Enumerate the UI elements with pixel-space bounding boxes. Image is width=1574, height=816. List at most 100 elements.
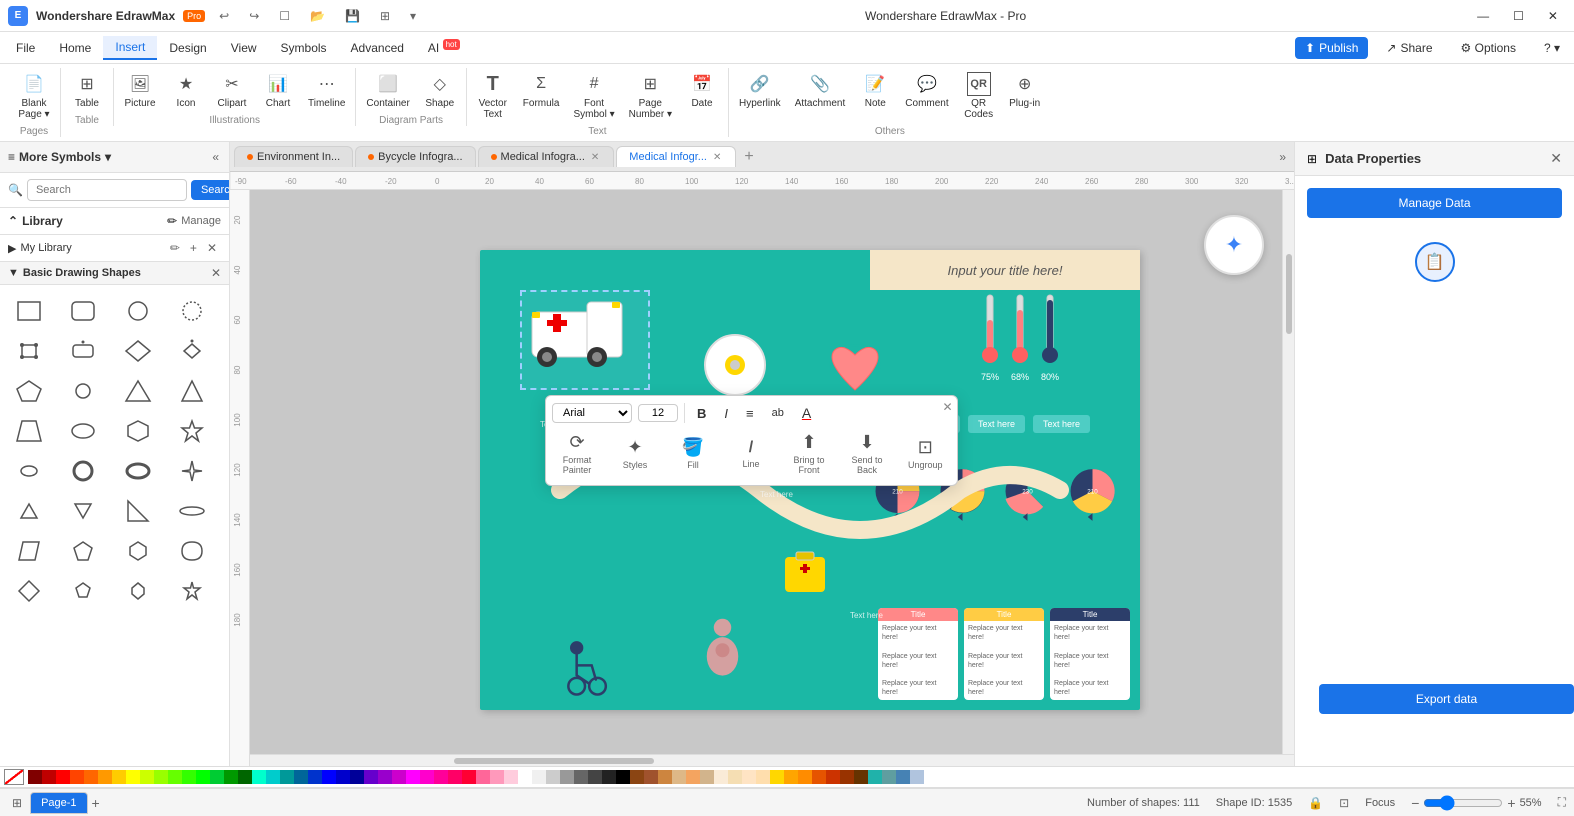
color-swatch-sandybrown[interactable]	[686, 770, 700, 784]
right-panel-close-button[interactable]: ✕	[1550, 150, 1562, 167]
my-library-add-button[interactable]: +	[186, 239, 201, 257]
font-symbol-button[interactable]: # FontSymbol ▾	[567, 68, 620, 124]
fullscreen-button[interactable]: ⛶	[1558, 795, 1566, 810]
color-swatch-orange1[interactable]	[70, 770, 84, 784]
font-color-button[interactable]: A	[796, 402, 817, 424]
shape-button[interactable]: ◇ Shape	[418, 68, 462, 113]
shape-pentagon[interactable]	[8, 373, 50, 409]
shape-tri-sm[interactable]	[8, 493, 50, 529]
color-swatch-tan[interactable]	[700, 770, 714, 784]
color-swatch-brown1[interactable]	[630, 770, 644, 784]
zoom-in-button[interactable]: +	[1507, 795, 1515, 811]
color-swatch-yellow1[interactable]	[112, 770, 126, 784]
format-painter-tool[interactable]: ⟳ FormatPainter	[552, 428, 602, 479]
shape-hex-sm[interactable]	[117, 533, 159, 569]
color-swatch-antiquewhite[interactable]	[714, 770, 728, 784]
color-swatch-darkgreen[interactable]	[224, 770, 238, 784]
color-swatch-red1[interactable]	[42, 770, 56, 784]
my-library-close-button[interactable]: ✕	[203, 239, 221, 257]
color-swatch-teal4[interactable]	[294, 770, 308, 784]
table-button[interactable]: ⊞ Table	[65, 68, 109, 113]
right-panel-toggle[interactable]: ⊞	[1307, 152, 1317, 166]
color-swatch-steelblue[interactable]	[896, 770, 910, 784]
line-tool[interactable]: / Line	[726, 435, 776, 473]
menu-home[interactable]: Home	[47, 37, 103, 59]
color-swatch-black[interactable]	[616, 770, 630, 784]
color-swatch-pink4[interactable]	[462, 770, 476, 784]
float-toolbar-close[interactable]: ✕	[942, 400, 952, 414]
lock-button[interactable]: 🔒	[1308, 796, 1323, 810]
color-swatch-red2[interactable]	[56, 770, 70, 784]
chart-button[interactable]: 📊 Chart	[256, 68, 300, 113]
menu-insert[interactable]: Insert	[103, 36, 157, 60]
shape-skewed[interactable]	[8, 533, 50, 569]
color-swatch-brown3[interactable]	[840, 770, 854, 784]
undo-button[interactable]: ↩	[213, 7, 235, 25]
color-swatch-green2[interactable]	[182, 770, 196, 784]
scrollbar-vertical[interactable]	[1282, 190, 1294, 754]
color-swatch-purple1[interactable]	[364, 770, 378, 784]
shape-star-4[interactable]	[171, 453, 213, 489]
color-swatch-orange[interactable]	[784, 770, 798, 784]
more-title-button[interactable]: ▾	[404, 7, 422, 25]
color-swatch-magenta1[interactable]	[392, 770, 406, 784]
color-swatch-lime1[interactable]	[140, 770, 154, 784]
help-button[interactable]: ? ▾	[1534, 37, 1570, 59]
container-button[interactable]: ⬜ Container	[360, 68, 415, 113]
color-swatch-darkorange[interactable]	[798, 770, 812, 784]
color-swatch-teal3[interactable]	[280, 770, 294, 784]
color-swatch-brown4[interactable]	[854, 770, 868, 784]
template-button[interactable]: ⊞	[374, 7, 396, 25]
shape-leaf[interactable]	[171, 533, 213, 569]
shape-flat-oval[interactable]	[171, 493, 213, 529]
color-swatch-orange3[interactable]	[98, 770, 112, 784]
shape-square-diamond[interactable]	[8, 333, 50, 369]
timeline-button[interactable]: ⋯ Timeline	[302, 68, 351, 113]
align-button[interactable]: ≡	[740, 403, 760, 424]
color-swatch-white[interactable]	[518, 770, 532, 784]
shape-square[interactable]	[8, 293, 50, 329]
color-swatch-blue3[interactable]	[336, 770, 350, 784]
shape-rect-rounded-sm[interactable]	[62, 333, 104, 369]
shape-rounded-rect[interactable]	[62, 293, 104, 329]
fill-tool[interactable]: 🪣 Fill	[668, 433, 718, 474]
comment-button[interactable]: 💬 Comment	[899, 68, 954, 113]
maximize-button[interactable]: ☐	[1505, 5, 1532, 27]
color-swatch-lightgray2[interactable]	[546, 770, 560, 784]
case-button[interactable]: ab	[766, 404, 790, 422]
bring-to-front-tool[interactable]: ⬆ Bring toFront	[784, 428, 834, 479]
menu-symbols[interactable]: Symbols	[269, 37, 339, 59]
color-swatch-yellow2[interactable]	[126, 770, 140, 784]
attachment-button[interactable]: 📎 Attachment	[789, 68, 852, 113]
tab-bycycle[interactable]: Bycycle Infogra...	[355, 146, 475, 167]
color-swatch-pink1[interactable]	[420, 770, 434, 784]
color-swatch-teal2[interactable]	[266, 770, 280, 784]
color-swatch-magenta2[interactable]	[406, 770, 420, 784]
page-tab-1[interactable]: Page-1	[30, 792, 87, 814]
italic-button[interactable]: I	[718, 403, 734, 424]
shape-diamond-sm[interactable]	[171, 333, 213, 369]
shape-hex-tiny[interactable]	[117, 573, 159, 609]
manage-library-button[interactable]: Manage	[181, 215, 221, 227]
tab-medical2[interactable]: Medical Infogr... ✕	[616, 146, 736, 167]
menu-ai[interactable]: AI hot	[416, 36, 472, 59]
shape-pent-tiny[interactable]	[62, 573, 104, 609]
color-swatch-blue2[interactable]	[322, 770, 336, 784]
ai-assistant[interactable]: ✦	[1204, 215, 1264, 275]
save-button[interactable]: 💾	[339, 7, 366, 25]
shape-circle-outline[interactable]	[171, 293, 213, 329]
canvas-container[interactable]: 20 40 60 80 100 120 140 160 180	[230, 190, 1294, 766]
tabs-nav-right[interactable]: »	[1275, 146, 1290, 168]
font-select[interactable]: Arial	[552, 403, 632, 423]
color-swatch-green1[interactable]	[168, 770, 182, 784]
color-swatch-green4[interactable]	[210, 770, 224, 784]
close-button[interactable]: ✕	[1540, 5, 1566, 27]
color-swatch-salmon[interactable]	[476, 770, 490, 784]
zoom-out-button[interactable]: −	[1411, 795, 1419, 811]
page-layout-button[interactable]: ⊞	[8, 794, 26, 812]
zoom-slider[interactable]	[1423, 795, 1503, 811]
shape-ring[interactable]	[62, 453, 104, 489]
menu-advanced[interactable]: Advanced	[339, 37, 416, 59]
color-swatch-purple2[interactable]	[378, 770, 392, 784]
color-swatch-pink2[interactable]	[434, 770, 448, 784]
